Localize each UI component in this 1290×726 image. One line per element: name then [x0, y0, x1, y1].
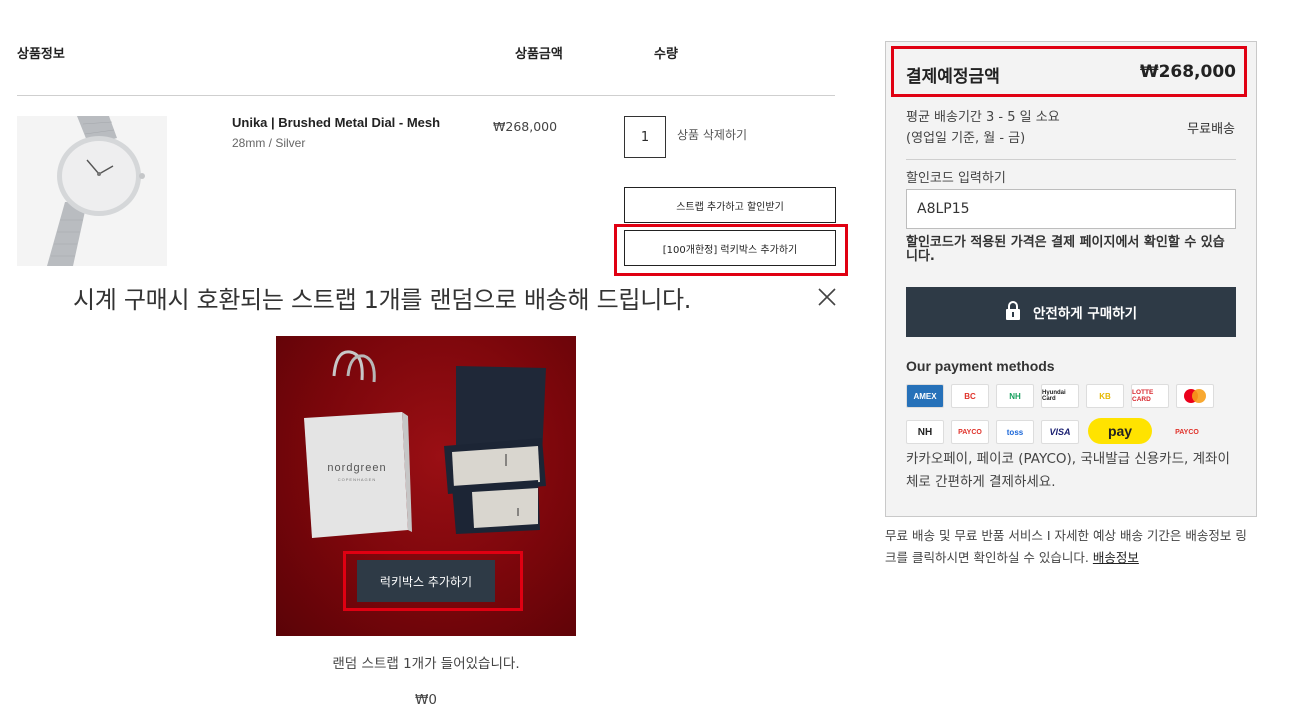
- product-name[interactable]: Unika | Brushed Metal Dial - Mesh: [232, 115, 440, 130]
- close-icon[interactable]: [815, 285, 839, 309]
- payco-icon: PAYCO: [951, 420, 989, 444]
- quantity-input[interactable]: 1: [624, 116, 666, 158]
- bc-card-icon: BC: [951, 384, 989, 408]
- secure-checkout-label: 안전하게 구매하기: [1032, 306, 1138, 322]
- kakaopay-icon: pay: [1088, 418, 1152, 444]
- hyundai-card-icon: Hyundai Card: [1041, 384, 1079, 408]
- product-image[interactable]: [17, 116, 167, 266]
- kb-card-icon: KB: [1086, 384, 1124, 408]
- shipping-info-link[interactable]: 배송정보: [1093, 550, 1139, 565]
- add-lucky-box-promo-button[interactable]: 럭키박스 추가하기: [357, 560, 495, 602]
- discount-code-note: 할인코드가 적용된 가격은 결제 페이지에서 확인할 수 있습니다.: [906, 235, 1225, 264]
- lock-icon: [1005, 300, 1021, 324]
- product-variant: 28mm / Silver: [232, 136, 306, 150]
- discount-code-label: 할인코드 입력하기: [906, 171, 1006, 186]
- header-price: 상품금액: [515, 47, 563, 62]
- nh-pay-icon: NH: [906, 420, 944, 444]
- add-lucky-box-button[interactable]: [100개한정] 럭키박스 추가하기: [624, 230, 836, 266]
- header-quantity: 수량: [654, 47, 678, 62]
- nh-card-icon: NH: [996, 384, 1034, 408]
- shipping-time-line1: 평균 배송기간 3 - 5 일 소요: [906, 110, 1060, 125]
- payment-methods-title: Our payment methods: [906, 358, 1055, 374]
- summary-total: ₩268,000: [1139, 62, 1236, 82]
- payco-icon: PAYCO: [1175, 428, 1199, 436]
- cart-divider: [17, 95, 835, 96]
- shipping-fee: 무료배송: [1187, 122, 1235, 137]
- bag-brand: nordgreen: [327, 462, 387, 474]
- shipping-time-line2: (영업일 기준, 월 - 금): [906, 131, 1026, 146]
- discount-code-input[interactable]: [906, 189, 1236, 229]
- secure-checkout-button[interactable]: 안전하게 구매하기: [906, 287, 1236, 337]
- summary-title: 결제예정금액: [906, 67, 1000, 87]
- summary-divider: [906, 159, 1236, 160]
- lotte-card-icon: LOTTE CARD: [1131, 384, 1169, 408]
- bag-brand-sub: COPENHAGEN: [337, 477, 377, 482]
- promo-title: 시계 구매시 호환되는 스트랩 1개를 랜덤으로 배송해 드립니다.: [73, 286, 692, 314]
- payment-description: 카카오페이, 페이코 (PAYCO), 국내발급 신용카드, 계좌이체로 간편하…: [906, 451, 1230, 490]
- shipping-info-note: 무료 배송 및 무료 반품 서비스 I 자세한 예상 배송 기간은 배송정보 링…: [885, 525, 1257, 569]
- remove-product-link[interactable]: 상품 삭제하기: [677, 126, 747, 143]
- visa-icon: VISA: [1041, 420, 1079, 444]
- product-price: ₩268,000: [493, 119, 558, 134]
- mastercard-icon: [1176, 384, 1214, 408]
- promo-caption: 랜덤 스트랩 1개가 들어있습니다.: [332, 656, 520, 672]
- shipping-time: 평균 배송기간 3 - 5 일 소요 (영업일 기준, 월 - 금): [906, 107, 1060, 149]
- toss-icon: toss: [996, 420, 1034, 444]
- promo-price: ₩0: [415, 692, 437, 708]
- shipping-info-text: 무료 배송 및 무료 반품 서비스 I 자세한 예상 배송 기간은 배송정보 링…: [885, 528, 1247, 565]
- amex-icon: AMEX: [906, 384, 944, 408]
- header-product-info: 상품정보: [17, 47, 65, 62]
- add-strap-button[interactable]: 스트랩 추가하고 할인받기: [624, 187, 836, 223]
